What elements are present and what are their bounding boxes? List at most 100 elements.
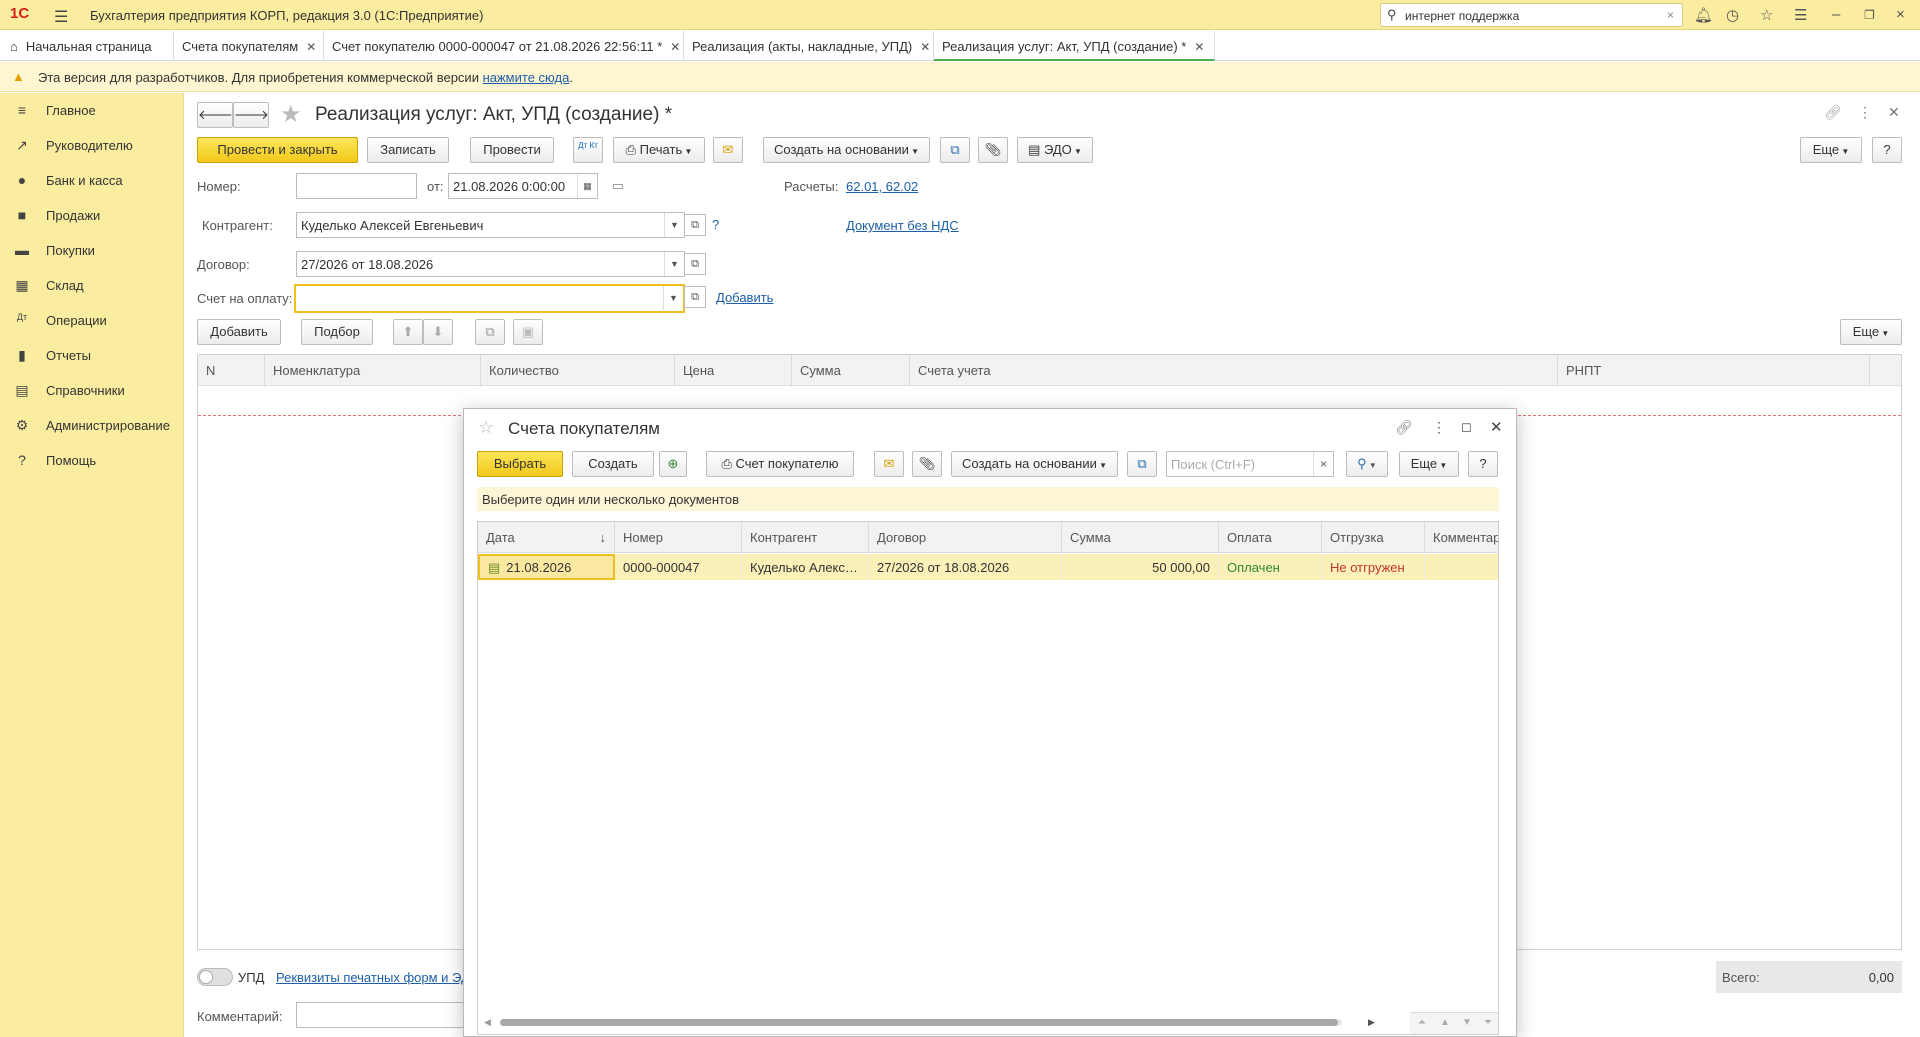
close-icon[interactable]: ✕ — [920, 40, 930, 54]
settings-menu-icon[interactable]: ☰ — [1794, 6, 1807, 24]
email-button[interactable]: ✉ — [874, 451, 904, 477]
create-button[interactable]: Создать — [572, 451, 654, 477]
purchase-link[interactable]: нажмите сюда — [483, 70, 570, 85]
open-contract-icon[interactable]: ⧉ — [684, 253, 706, 275]
no-vat-link[interactable]: Документ без НДС — [846, 218, 959, 233]
contract-input[interactable]: 27/2026 от 18.08.2026 ▼ — [296, 251, 685, 277]
next-row-icon[interactable]: ▼ — [1462, 1017, 1472, 1028]
upd-toggle[interactable] — [197, 968, 233, 986]
invoice-input[interactable]: ▼ — [294, 284, 685, 313]
sidebar-item-purchases[interactable]: ▬ Покупки — [0, 233, 184, 267]
tab-sales-list[interactable]: Реализация (акты, накладные, УПД) ✕ — [684, 31, 934, 61]
contractor-help-icon[interactable]: ? — [712, 217, 719, 232]
contractor-input[interactable]: Куделько Алексей Евгеньевич ▼ — [296, 212, 685, 238]
link-icon[interactable]: 🔗︎ — [1395, 419, 1413, 436]
dropdown-caret-icon[interactable]: ▼ — [664, 213, 684, 237]
create-based-button[interactable]: Создать на основании ▼ — [951, 451, 1118, 477]
comment-input[interactable] — [296, 1002, 466, 1028]
col-nomenclature[interactable]: Номенклатура — [265, 355, 481, 387]
sidebar-item-main[interactable]: ≡ Главное — [0, 93, 184, 127]
print-button[interactable]: ⎙ Печать ▼ — [613, 137, 705, 163]
dropdown-caret-icon[interactable]: ▼ — [664, 252, 684, 276]
post-button[interactable]: Провести — [470, 137, 554, 163]
print-requisites-link[interactable]: Реквизиты печатных форм и ЭД — [276, 970, 470, 985]
history-icon[interactable]: ◷ — [1726, 6, 1739, 24]
dropdown-caret-icon[interactable]: ▼ — [663, 286, 683, 310]
more-vert-icon[interactable]: ⋮ — [1432, 419, 1446, 436]
cell-payment[interactable]: Оплачен — [1219, 554, 1322, 580]
col-n[interactable]: N — [198, 355, 265, 387]
col-sum[interactable]: Сумма — [792, 355, 910, 387]
col-shipment[interactable]: Отгрузка — [1322, 522, 1425, 553]
note-icon[interactable]: ▭ — [612, 178, 624, 194]
calc-link[interactable]: 62.01, 62.02 — [846, 179, 918, 194]
tab-home[interactable]: ⌂ Начальная страница — [0, 31, 174, 61]
minimize-icon[interactable]: – — [1832, 6, 1840, 23]
sidebar-item-sales[interactable]: ■ Продажи — [0, 198, 184, 232]
first-row-icon[interactable]: ⏶ — [1418, 1017, 1426, 1028]
clear-icon[interactable]: × — [1313, 452, 1333, 476]
back-button[interactable]: 🡐 — [197, 102, 233, 128]
email-button[interactable]: ✉ — [713, 137, 743, 163]
horizontal-scrollbar[interactable] — [500, 1019, 1342, 1026]
col-sum[interactable]: Сумма — [1062, 522, 1219, 553]
bell-icon[interactable]: 🔔︎ — [1694, 6, 1713, 24]
create-based-button[interactable]: Создать на основании ▼ — [763, 137, 930, 163]
cell-sum[interactable]: 50 000,00 — [1062, 554, 1219, 580]
open-contractor-icon[interactable]: ⧉ — [684, 214, 706, 236]
date-input[interactable]: 21.08.2026 0:00:00 ▦ — [448, 173, 598, 199]
attach-button[interactable]: 📎︎ — [978, 137, 1008, 163]
cell-comment[interactable] — [1425, 554, 1498, 580]
table-pick-button[interactable]: Подбор — [301, 319, 373, 345]
prev-row-icon[interactable]: ▲ — [1440, 1017, 1450, 1028]
col-date[interactable]: Дата ↓ — [478, 522, 615, 553]
number-input[interactable] — [296, 173, 417, 199]
sidebar-item-admin[interactable]: ⚙ Администрирование — [0, 408, 184, 442]
more-button[interactable]: Еще ▼ — [1800, 137, 1862, 163]
col-payment[interactable]: Оплата — [1219, 522, 1322, 553]
col-accounts[interactable]: Счета учета — [910, 355, 1558, 387]
scroll-left-icon[interactable]: ◀ — [484, 1017, 491, 1028]
structure-button[interactable]: ⧉ — [940, 137, 970, 163]
table-row[interactable]: ▤ 21.08.2026 0000-000047 Куделько Алексей… — [478, 554, 1498, 580]
paste-row-button[interactable]: ▣ — [513, 319, 543, 345]
close-icon[interactable]: ✕ — [306, 40, 316, 54]
sidebar-item-catalogs[interactable]: ▤ Справочники — [0, 373, 184, 407]
dtkt-button[interactable]: Дт Кт — [573, 137, 603, 163]
forward-button[interactable]: 🡒 — [233, 102, 269, 128]
col-contract[interactable]: Договор — [869, 522, 1062, 553]
table-add-button[interactable]: Добавить — [197, 319, 281, 345]
search-options-button[interactable]: ⚲ ▼ — [1346, 451, 1388, 477]
col-comment[interactable]: Комментарий — [1425, 522, 1498, 553]
tab-sales-doc[interactable]: Реализация услуг: Акт, УПД (создание) * ✕ — [934, 31, 1215, 61]
cell-contractor[interactable]: Куделько Алексей Евгеньевич — [742, 554, 869, 580]
add-invoice-link[interactable]: Добавить — [716, 290, 773, 305]
col-contractor[interactable]: Контрагент — [742, 522, 869, 553]
open-invoice-icon[interactable]: ⧉ — [684, 286, 706, 308]
tab-customer-invoice[interactable]: Счет покупателю 0000-000047 от 21.08.202… — [324, 31, 684, 61]
sidebar-item-help[interactable]: ? Помощь — [0, 443, 184, 477]
structure-button[interactable]: ⧉ — [1127, 451, 1157, 477]
edo-button[interactable]: ▤ ЭДО ▼ — [1017, 137, 1093, 163]
form-close-icon[interactable]: ✕ — [1888, 104, 1900, 121]
move-up-button[interactable]: ⬆ — [393, 319, 423, 345]
modal-more-button[interactable]: Еще ▼ — [1399, 451, 1459, 477]
col-number[interactable]: Номер — [615, 522, 742, 553]
sidebar-item-reports[interactable]: ▮ Отчеты — [0, 338, 184, 372]
select-button[interactable]: Выбрать — [477, 451, 563, 477]
table-more-button[interactable]: Еще ▼ — [1840, 319, 1902, 345]
create-copy-button[interactable]: ⊕ — [659, 451, 687, 477]
last-row-icon[interactable]: ⏷ — [1484, 1017, 1492, 1028]
clear-icon[interactable]: × — [1667, 8, 1674, 22]
modal-help-button[interactable]: ? — [1468, 451, 1498, 477]
sidebar-item-bank[interactable]: ● Банк и касса — [0, 163, 184, 197]
restore-icon[interactable]: ❐ — [1864, 8, 1875, 22]
scroll-right-icon[interactable]: ▶ — [1368, 1017, 1375, 1028]
post-and-close-button[interactable]: Провести и закрыть — [197, 137, 358, 163]
attach-button[interactable]: 📎︎ — [912, 451, 942, 477]
favorite-star-icon[interactable]: ☆ — [478, 417, 494, 438]
calendar-icon[interactable]: ▦ — [577, 174, 597, 198]
close-icon[interactable]: ✕ — [1194, 40, 1204, 54]
modal-close-icon[interactable]: ✕ — [1490, 418, 1503, 436]
cell-date[interactable]: ▤ 21.08.2026 — [478, 554, 615, 580]
